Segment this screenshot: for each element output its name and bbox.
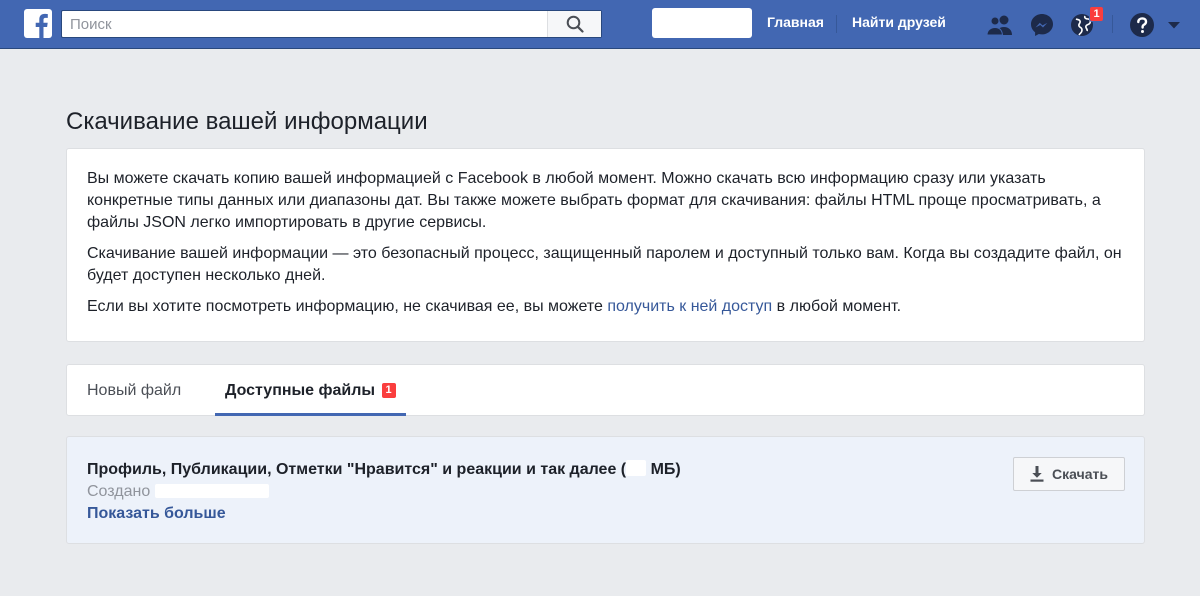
tab-available-files[interactable]: Доступные файлы 1 [215,365,406,416]
tab-new-file[interactable]: Новый файл [87,365,181,416]
tab-label: Новый файл [87,382,182,399]
facebook-f-icon[interactable] [24,9,52,38]
info-paragraph: Вы можете скачать копию вашей информацие… [87,170,1101,231]
info-text: Если вы хотите посмотреть информацию, не… [87,298,608,315]
file-created-label: Создано [87,483,151,500]
info-text: в любой момент. [772,298,902,315]
chevron-down-icon[interactable] [1160,11,1188,39]
file-title-text: Профиль, Публикации, Отметки "Нравится" … [87,461,627,478]
info-paragraph: Если вы хотите посмотреть информацию, не… [87,296,1124,318]
tabs-bar: Новый файл Доступные файлы 1 [66,364,1145,416]
access-info-link[interactable]: получить к ней доступ [607,298,772,315]
profile-name-redacted[interactable] [652,8,752,38]
file-created: Создано [87,483,269,501]
download-label: Скачать [1052,466,1108,482]
nav-home-link[interactable]: Главная [767,14,824,30]
download-icon [1030,466,1044,482]
top-bar: Главная Найти друзей 1 [0,0,1200,49]
file-size-redacted [626,460,647,476]
nav-find-friends-link[interactable]: Найти друзей [852,14,946,30]
show-more-link[interactable]: Показать больше [87,505,226,523]
tab-badge: 1 [381,383,396,398]
search-button[interactable] [547,11,601,37]
tab-label: Доступные файлы [225,382,376,399]
file-title-text: МБ) [646,461,681,478]
file-item: Профиль, Публикации, Отметки "Нравится" … [66,436,1145,544]
messenger-icon[interactable] [1028,11,1056,39]
page-title: Скачивание вашей информации [66,108,428,135]
nav-divider [836,15,837,33]
nav-divider [1112,15,1113,33]
help-icon[interactable] [1128,11,1156,39]
info-card: Вы можете скачать копию вашей информацие… [66,148,1145,342]
file-date-redacted [154,484,269,498]
search-input[interactable] [62,11,547,37]
search-box [61,10,602,38]
download-button[interactable]: Скачать [1013,457,1125,491]
file-title: Профиль, Публикации, Отметки "Нравится" … [87,460,681,479]
search-icon [566,15,584,33]
info-paragraph: Скачивание вашей информации — это безопа… [87,245,1122,284]
friends-icon[interactable] [986,11,1014,39]
notifications-badge: 1 [1089,6,1104,22]
